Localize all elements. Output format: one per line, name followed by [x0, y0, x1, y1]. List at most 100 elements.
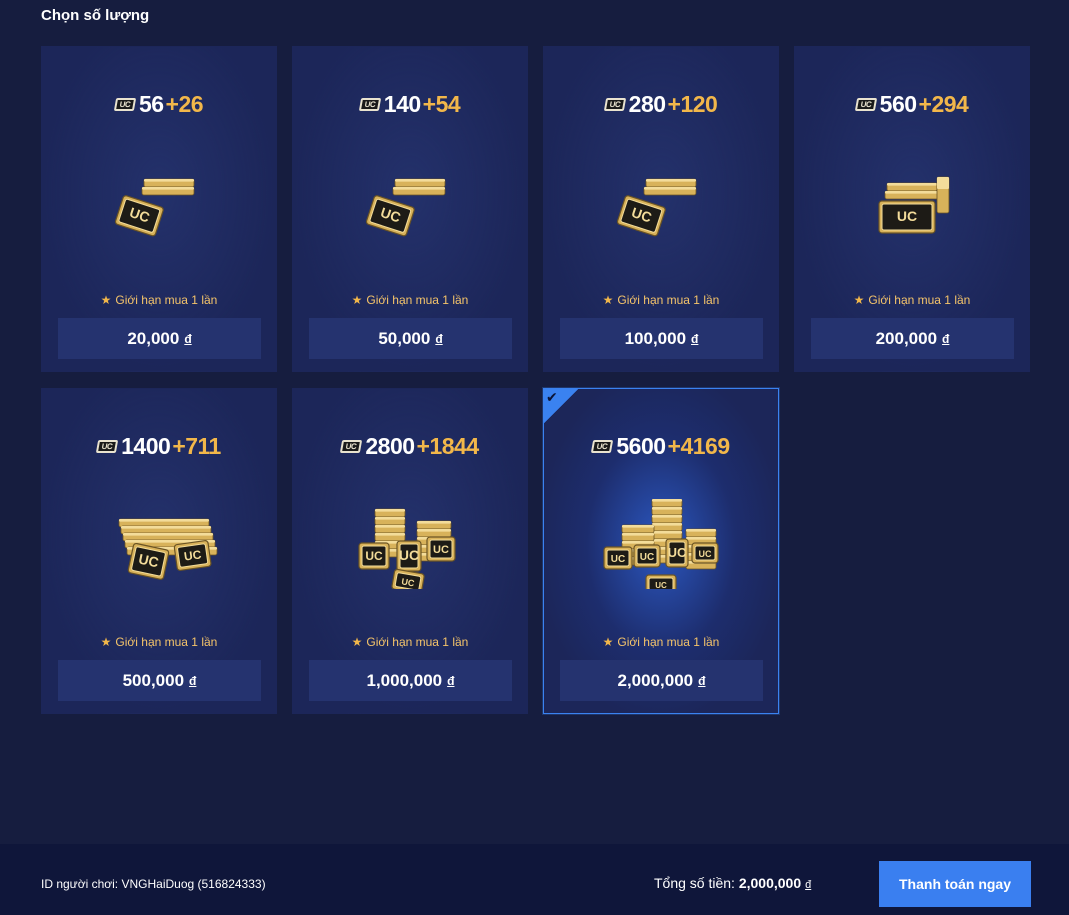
total-amount: Tổng số tiền: 2,000,000 đ	[654, 875, 811, 891]
price-currency: đ	[691, 331, 699, 346]
uc-purchase-page: Chọn số lượng UC 56 +26 UC ★ Giới hạn mua…	[0, 0, 1069, 915]
price-value: 50,000	[378, 328, 431, 348]
price-currency: đ	[189, 673, 197, 688]
star-icon: ★	[100, 635, 112, 649]
package-card[interactable]: UC 560 +294 UC ★ Giới hạn mua 1 lần 200,0…	[794, 46, 1030, 372]
uc-badge-icon: UC	[95, 440, 119, 453]
star-icon: ★	[351, 293, 363, 307]
svg-text:UC: UC	[399, 547, 419, 563]
purchase-limit: ★ Giới hạn mua 1 lần	[293, 635, 527, 649]
price-button[interactable]: 20,000 đ	[58, 318, 261, 359]
checkmark-icon: ✔	[546, 389, 558, 405]
selected-corner: ✔	[543, 388, 579, 424]
price-value: 20,000	[127, 328, 180, 348]
uc-base-amount: 1400	[121, 433, 171, 459]
purchase-limit-text: Giới hạn mua 1 lần	[617, 293, 720, 307]
star-icon: ★	[100, 293, 112, 307]
uc-coins-image: UC	[596, 157, 726, 247]
price-button[interactable]: 500,000 đ	[58, 660, 261, 701]
uc-base-amount: 140	[383, 91, 421, 117]
star-icon: ★	[602, 293, 614, 307]
total-value: 2,000,000	[738, 875, 802, 891]
uc-badge-icon: UC	[358, 98, 381, 111]
uc-badge-icon: UC	[854, 98, 877, 111]
star-icon: ★	[853, 293, 865, 307]
purchase-limit: ★ Giới hạn mua 1 lần	[544, 635, 778, 649]
purchase-limit: ★ Giới hạn mua 1 lần	[795, 293, 1029, 307]
uc-base-amount: 56	[138, 91, 164, 117]
pay-now-button[interactable]: Thanh toán ngay	[879, 861, 1031, 907]
svg-text:UC: UC	[897, 208, 917, 224]
price-currency: đ	[942, 331, 950, 346]
package-card[interactable]: UC 56 +26 UC ★ Giới hạn mua 1 lần 20,000 đ	[41, 46, 277, 372]
total-label: Tổng số tiền:	[654, 875, 735, 891]
uc-coins-image: UC UC UC UC	[345, 499, 475, 595]
svg-text:UC: UC	[365, 549, 383, 563]
purchase-limit: ★ Giới hạn mua 1 lần	[42, 635, 276, 649]
uc-bonus-amount: +4169	[667, 433, 731, 459]
player-id-value: VNGHaiDuog (516824333)	[121, 877, 266, 891]
uc-base-amount: 2800	[365, 433, 415, 459]
uc-bonus-amount: +120	[667, 91, 718, 117]
uc-amount: UC 2800 +1844	[293, 433, 527, 460]
package-card[interactable]: UC 140 +54 UC ★ Giới hạn mua 1 lần 50,000…	[292, 46, 528, 372]
price-currency: đ	[184, 331, 192, 346]
purchase-limit-text: Giới hạn mua 1 lần	[115, 635, 218, 649]
price-currency: đ	[447, 673, 455, 688]
svg-text:UC: UC	[640, 552, 654, 563]
svg-text:UC: UC	[433, 544, 449, 556]
uc-bonus-amount: +1844	[416, 433, 480, 459]
purchase-limit-text: Giới hạn mua 1 lần	[617, 635, 720, 649]
uc-badge-icon: UC	[113, 98, 137, 111]
uc-badge-icon: UC	[340, 440, 363, 453]
star-icon: ★	[602, 635, 614, 649]
uc-amount: UC 280 +120	[544, 91, 778, 118]
star-icon: ★	[351, 635, 363, 649]
price-value: 500,000	[122, 670, 185, 690]
price-value: 1,000,000	[366, 670, 443, 690]
uc-amount: UC 560 +294	[795, 91, 1029, 118]
price-currency: đ	[435, 331, 443, 346]
price-value: 200,000	[875, 328, 938, 348]
price-currency: đ	[698, 673, 706, 688]
purchase-limit-text: Giới hạn mua 1 lần	[868, 293, 971, 307]
uc-coins-image: UC	[345, 157, 475, 247]
package-card[interactable]: UC 2800 +1844 UC UC UC UC ★ Giới hạn mua…	[292, 388, 528, 714]
player-id-label: ID người chơi:	[41, 877, 119, 891]
price-button[interactable]: 200,000 đ	[811, 318, 1014, 359]
uc-badge-icon: UC	[603, 98, 626, 111]
section-title: Chọn số lượng	[41, 7, 150, 24]
price-button[interactable]: 2,000,000 đ	[560, 660, 763, 701]
purchase-limit-text: Giới hạn mua 1 lần	[115, 293, 218, 307]
package-card[interactable]: UC 1400 +711 UC UC ★ Giới hạn mua 1 lần 5…	[41, 388, 277, 714]
uc-base-amount: 280	[628, 91, 666, 117]
uc-amount: UC 140 +54	[293, 91, 527, 118]
player-id: ID người chơi: VNGHaiDuog (516824333)	[41, 877, 266, 891]
uc-bonus-amount: +294	[918, 91, 969, 117]
uc-amount: UC 5600 +4169	[544, 433, 778, 460]
uc-amount: UC 1400 +711	[42, 433, 276, 460]
price-value: 100,000	[624, 328, 687, 348]
price-button[interactable]: 1,000,000 đ	[309, 660, 512, 701]
svg-text:UC: UC	[668, 545, 687, 560]
uc-bonus-amount: +26	[165, 91, 204, 117]
uc-coins-image: UC	[847, 157, 977, 247]
uc-bonus-amount: +711	[172, 433, 221, 459]
uc-base-amount: 5600	[616, 433, 666, 459]
purchase-limit-text: Giới hạn mua 1 lần	[366, 635, 469, 649]
svg-text:UC: UC	[611, 554, 625, 565]
uc-coins-image: UC UC	[94, 499, 224, 589]
price-button[interactable]: 100,000 đ	[560, 318, 763, 359]
package-card[interactable]: ✔ UC 5600 +4169 UC UC UC UC UC ★ Giới hạ…	[543, 388, 779, 714]
total-currency: đ	[805, 879, 812, 891]
uc-badge-icon: UC	[591, 440, 614, 453]
package-card[interactable]: UC 280 +120 UC ★ Giới hạn mua 1 lần 100,0…	[543, 46, 779, 372]
svg-text:UC: UC	[183, 547, 202, 563]
purchase-limit: ★ Giới hạn mua 1 lần	[42, 293, 276, 307]
price-button[interactable]: 50,000 đ	[309, 318, 512, 359]
price-value: 2,000,000	[617, 670, 694, 690]
purchase-limit: ★ Giới hạn mua 1 lần	[293, 293, 527, 307]
uc-coins-image: UC UC UC UC UC	[596, 498, 726, 594]
uc-coins-image: UC	[94, 157, 224, 247]
svg-text:UC: UC	[655, 581, 667, 589]
